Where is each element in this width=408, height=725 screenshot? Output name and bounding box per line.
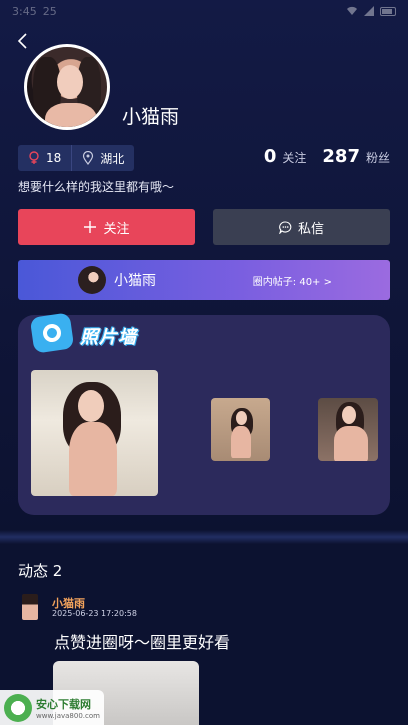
follow-button[interactable]: 关注 <box>18 209 195 245</box>
followers-count[interactable]: 287 <box>322 146 360 167</box>
location-value: 湖北 <box>100 151 125 166</box>
status-bar: 3:45 25 <box>0 0 408 22</box>
section-divider <box>0 530 408 544</box>
location-tag: 湖北 <box>71 145 134 171</box>
message-button-label: 私信 <box>297 221 324 237</box>
site-watermark: 安心下载网 www.java800.com <box>0 690 104 725</box>
back-button[interactable] <box>12 30 34 52</box>
status-extra: 25 <box>42 4 57 18</box>
message-button[interactable]: 私信 <box>213 209 390 245</box>
follow-button-label: 关注 <box>103 221 130 237</box>
plus-icon <box>84 221 97 233</box>
battery-icon <box>380 6 396 16</box>
chevron-left-icon <box>17 33 27 49</box>
photo-wall-title: 照片墙 <box>80 327 137 348</box>
photo-thumbnail[interactable] <box>318 398 378 461</box>
photo-wall-card: 照片墙 <box>18 312 390 515</box>
follow-stats: 0 关注 287 粉丝 <box>264 146 390 167</box>
post-timestamp: 2025-06-23 17:20:58 <box>52 609 137 618</box>
post-avatar[interactable] <box>22 594 38 620</box>
following-label[interactable]: 关注 <box>282 149 306 166</box>
profile-nickname: 小猫雨 <box>122 106 180 128</box>
gender-age-tag: 18 <box>18 145 71 171</box>
watermark-logo-icon <box>4 693 32 722</box>
photo-thumbnail[interactable] <box>211 398 270 461</box>
camera-icon <box>29 312 75 354</box>
profile-avatar[interactable] <box>24 44 110 130</box>
followers-label[interactable]: 粉丝 <box>366 149 390 166</box>
wifi-icon <box>347 6 357 16</box>
feed-title: 动态 2 <box>18 562 63 580</box>
circle-name: 小猫雨 <box>114 273 156 289</box>
status-time: 3:45 <box>12 4 37 18</box>
location-pin-icon <box>83 151 94 165</box>
age-value: 18 <box>46 151 62 165</box>
circle-avatar <box>78 266 106 294</box>
following-count[interactable]: 0 <box>264 146 277 167</box>
circle-posts-link[interactable]: 圈内帖子: 40+ > <box>253 273 332 288</box>
fan-circle-banner[interactable]: 小猫雨 圈内帖子: 40+ > <box>18 260 390 300</box>
chat-bubble-icon <box>279 220 292 234</box>
post-text: 点赞进圈呀～圈里更好看 <box>54 633 231 652</box>
profile-bio: 想要什么样的我这里都有哦～ <box>18 180 175 194</box>
female-icon <box>29 151 39 164</box>
signal-icon <box>364 6 374 16</box>
photo-thumbnail[interactable] <box>31 370 158 496</box>
watermark-url: www.java800.com <box>36 711 100 720</box>
watermark-title: 安心下载网 <box>36 697 91 711</box>
profile-tags: 18 湖北 <box>18 145 135 171</box>
